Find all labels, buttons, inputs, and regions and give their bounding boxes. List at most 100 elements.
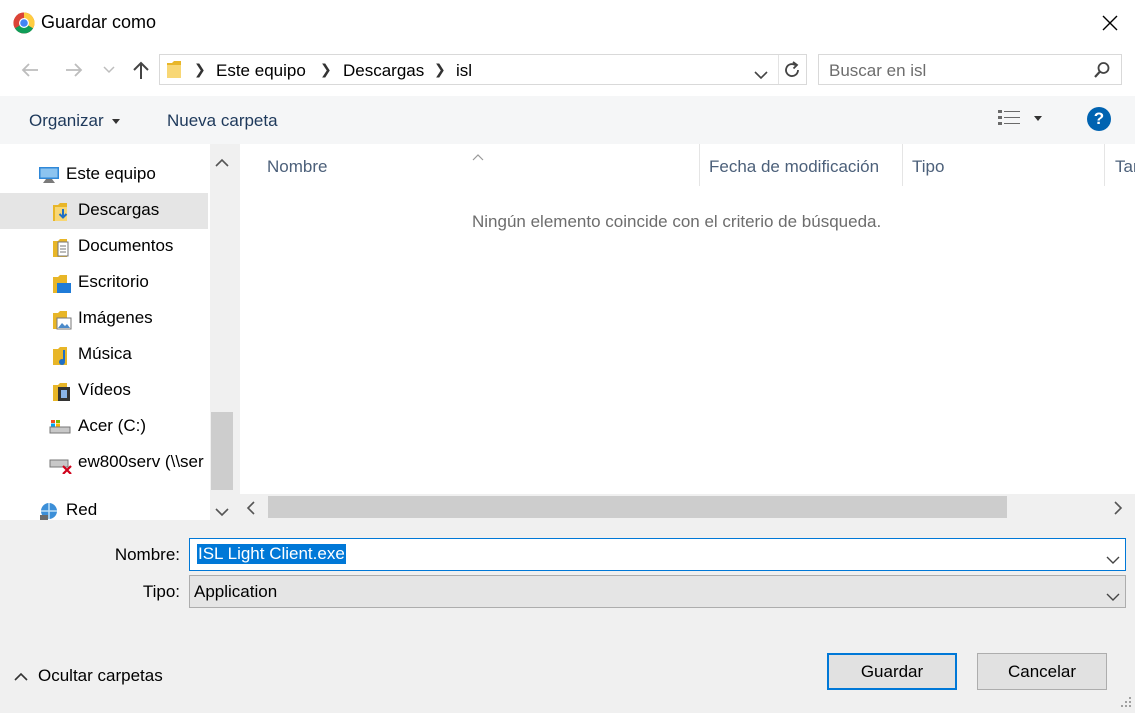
hide-folders-label: Ocultar carpetas <box>38 666 163 685</box>
chevron-down-icon <box>1106 556 1120 564</box>
network-drive-disconnected-icon <box>48 454 74 475</box>
network-icon <box>38 502 60 520</box>
window-title: Guardar como <box>41 12 157 32</box>
videos-folder-icon <box>52 382 70 401</box>
file-list[interactable]: Nombre Fecha de modificación Tipo Tar Ni… <box>240 144 1135 520</box>
arrow-up-icon <box>133 61 149 79</box>
nav-scroll-thumb[interactable] <box>211 412 233 490</box>
drive-icon <box>48 418 72 436</box>
file-name-value: ISL Light Client.exe <box>197 544 346 564</box>
search-input[interactable]: Buscar en isl <box>818 54 1122 85</box>
computer-icon <box>38 166 59 184</box>
organize-menu-button[interactable]: Organizar <box>29 111 120 131</box>
nav-label: Acer (C:) <box>78 416 146 435</box>
sort-ascending-icon <box>472 146 484 166</box>
nav-item-videos[interactable]: Vídeos <box>0 373 208 409</box>
column-header-tamano[interactable]: Tar <box>1115 157 1135 177</box>
title-bar <box>0 0 1135 46</box>
navigation-pane: Este equipo Descargas Documentos Escrito… <box>0 144 210 520</box>
nav-label: Imágenes <box>78 308 153 327</box>
nav-label: Escritorio <box>78 272 149 291</box>
recent-locations-button[interactable] <box>101 62 117 78</box>
chrome-icon <box>13 12 35 34</box>
caret-down-icon <box>111 118 120 124</box>
nav-label: Este equipo <box>66 164 156 183</box>
column-header-fecha[interactable]: Fecha de modificación <box>709 157 879 177</box>
caret-down-icon <box>1034 115 1042 121</box>
nav-label: Red <box>66 500 98 519</box>
save-button[interactable]: Guardar <box>827 653 957 690</box>
breadcrumb-isl[interactable]: isl <box>456 61 472 81</box>
back-button[interactable] <box>16 58 44 82</box>
column-separator[interactable] <box>902 144 903 186</box>
nav-label: Música <box>78 344 132 363</box>
horizontal-scroll-thumb[interactable] <box>268 496 1007 518</box>
chevron-left-icon <box>246 501 255 515</box>
nav-scroll-up-button[interactable] <box>215 152 229 172</box>
breadcrumb-separator: ❯ <box>320 61 332 77</box>
file-type-label: Tipo: <box>142 582 180 601</box>
up-button[interactable] <box>128 57 154 83</box>
chevron-up-icon <box>14 672 28 681</box>
arrow-right-icon <box>66 63 83 77</box>
chevron-up-icon <box>215 158 229 167</box>
nav-item-escritorio[interactable]: Escritorio <box>0 265 208 301</box>
resize-grip-icon[interactable] <box>1118 693 1132 707</box>
scroll-right-button[interactable] <box>1114 500 1123 520</box>
nav-label: Documentos <box>78 236 174 255</box>
search-placeholder: Buscar en isl <box>829 61 927 80</box>
breadcrumb-este-equipo[interactable]: Este equipo <box>216 61 306 81</box>
nav-scroll-down-button[interactable] <box>215 502 229 522</box>
nav-item-descargas[interactable]: Descargas <box>0 193 208 229</box>
pictures-folder-icon <box>52 310 72 330</box>
nav-label: Vídeos <box>78 380 131 399</box>
file-name-label: Nombre: <box>114 545 180 564</box>
nav-label: ew800serv (\\ser <box>78 452 204 471</box>
nav-item-ew800serv[interactable]: ew800serv (\\ser <box>0 445 208 481</box>
new-folder-button[interactable]: Nueva carpeta <box>167 111 278 131</box>
address-history-dropdown[interactable] <box>754 65 768 85</box>
close-button[interactable] <box>1090 4 1130 42</box>
file-name-input[interactable]: ISL Light Client.exe <box>189 538 1126 571</box>
nav-item-acer-c[interactable]: Acer (C:) <box>0 409 208 445</box>
help-icon: ? <box>1093 109 1105 128</box>
column-separator[interactable] <box>1104 144 1105 186</box>
address-divider <box>778 55 779 84</box>
view-options-button[interactable] <box>998 109 1042 127</box>
breadcrumb-descargas[interactable]: Descargas <box>343 61 424 81</box>
downloads-folder-icon <box>52 202 70 221</box>
help-button[interactable]: ? <box>1087 107 1111 131</box>
refresh-icon <box>785 61 799 77</box>
desktop-folder-icon <box>52 274 71 293</box>
chevron-right-icon <box>1114 501 1123 515</box>
music-folder-icon <box>52 346 70 365</box>
scroll-left-button[interactable] <box>246 500 255 520</box>
breadcrumb-separator: ❯ <box>434 61 446 77</box>
file-name-history-dropdown[interactable] <box>1106 550 1120 570</box>
column-header-nombre[interactable]: Nombre <box>267 157 327 177</box>
details-view-icon <box>998 110 1020 125</box>
column-header-tipo[interactable]: Tipo <box>912 157 944 177</box>
cancel-button[interactable]: Cancelar <box>977 653 1107 690</box>
arrow-left-icon <box>21 63 38 77</box>
nav-item-red[interactable]: Red <box>0 493 208 520</box>
hide-folders-button[interactable]: Ocultar carpetas <box>14 666 163 686</box>
column-separator[interactable] <box>699 144 700 186</box>
documents-folder-icon <box>52 238 70 257</box>
nav-item-musica[interactable]: Música <box>0 337 208 373</box>
address-bar[interactable]: ❯ Este equipo ❯ Descargas ❯ isl <box>159 54 807 85</box>
chevron-down-icon <box>1106 593 1120 601</box>
forward-button[interactable] <box>60 58 88 82</box>
file-type-select[interactable]: Application <box>189 575 1126 608</box>
refresh-button[interactable] <box>782 60 802 85</box>
breadcrumb-separator: ❯ <box>194 61 206 77</box>
file-type-value: Application <box>194 582 278 601</box>
close-icon <box>1102 15 1118 31</box>
nav-item-este-equipo[interactable]: Este equipo <box>0 157 208 193</box>
nav-item-documentos[interactable]: Documentos <box>0 229 208 265</box>
nav-item-imagenes[interactable]: Imágenes <box>0 301 208 337</box>
organize-label: Organizar <box>29 111 104 130</box>
chevron-down-icon <box>754 71 768 80</box>
chevron-down-icon <box>103 66 115 74</box>
chevron-down-icon <box>215 508 229 517</box>
